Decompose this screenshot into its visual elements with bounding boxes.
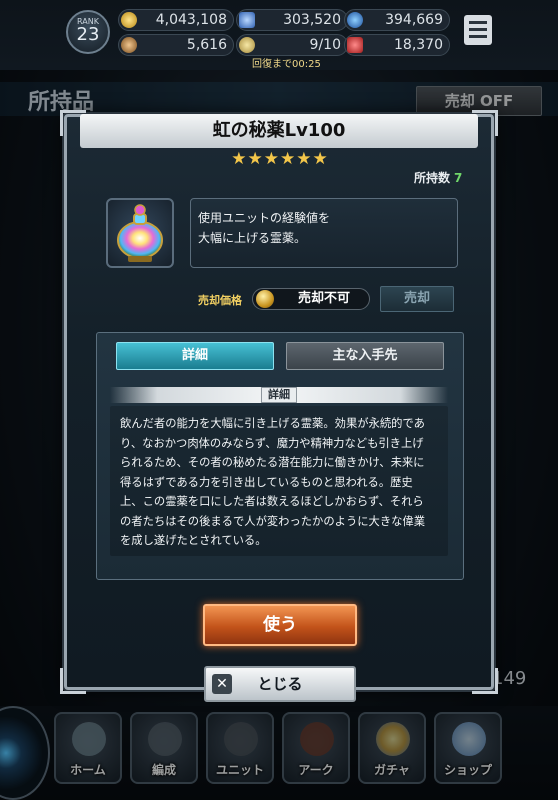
stamina-counter: 9/10 (236, 34, 348, 56)
use-button[interactable]: 使う (203, 604, 357, 646)
blue-orb-icon (347, 12, 363, 28)
medal-counter: 5,616 (118, 34, 234, 56)
rainbow-potion-icon (117, 204, 163, 262)
rank-badge: RANK 23 (66, 10, 110, 54)
tab-details[interactable]: 詳細 (116, 342, 274, 370)
menu-icon-line (469, 21, 487, 24)
owned-count: 所持数 7 (414, 169, 462, 186)
bronze-medal-icon (121, 37, 137, 53)
item-summary-text: 使用ユニットの経験値を 大幅に上げる霊薬。 (198, 211, 331, 245)
recover-timer: 回復まで00:25 (252, 59, 321, 70)
gold-coin-icon (121, 12, 137, 28)
orb-counter: 394,669 (344, 9, 450, 31)
crystal-counter: 18,370 (344, 34, 450, 56)
orb-value: 394,669 (385, 12, 443, 28)
crystal-value: 18,370 (394, 37, 443, 53)
section-caption: 詳細 (261, 387, 297, 403)
rarity-stars: ★★★★★★ (231, 149, 329, 169)
description-text: 飲んだ者の能力を大幅に引き上げる霊薬。効果が永続的であり、なおかつ肉体のみならず… (120, 417, 426, 547)
gold-value: 4,043,108 (155, 12, 227, 28)
sell-button[interactable]: 売却 (380, 286, 454, 312)
item-thumbnail (106, 198, 174, 268)
medal-value: 5,616 (186, 37, 227, 53)
stamina-icon (239, 37, 255, 53)
price-value: 売却不可 (297, 291, 350, 306)
menu-button[interactable] (464, 15, 492, 45)
section-header: 詳細 (110, 387, 448, 403)
red-crystal-icon (347, 37, 363, 53)
gold-coin-icon (256, 290, 274, 308)
item-title: 虹の秘薬Lv100 (80, 114, 478, 148)
price-label: 売却価格 (198, 294, 242, 307)
gold-counter: 4,043,108 (118, 9, 234, 31)
owned-value: 7 (454, 171, 463, 185)
close-icon[interactable]: ✕ (212, 674, 232, 694)
frame-corner (60, 668, 86, 694)
gem-counter: 303,520 (236, 9, 348, 31)
owned-label: 所持数 (414, 171, 451, 185)
close-button-label: とじる (257, 675, 303, 693)
stamina-value: 9/10 (309, 37, 341, 53)
gem-value: 303,520 (283, 12, 341, 28)
blue-gem-icon (239, 12, 255, 28)
frame-corner (472, 668, 498, 694)
rank-value: 23 (76, 24, 100, 45)
menu-icon-line (469, 28, 487, 31)
menu-icon-line (469, 35, 487, 38)
tab-sources[interactable]: 主な入手先 (286, 342, 444, 370)
